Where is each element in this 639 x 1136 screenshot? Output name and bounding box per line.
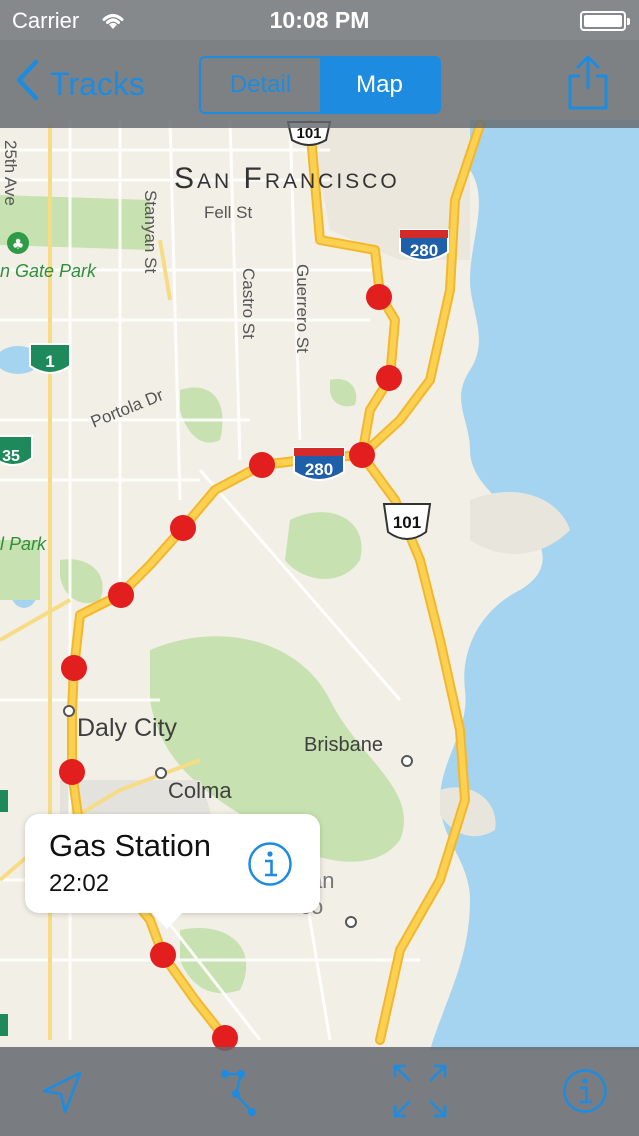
callout-title: Gas Station (49, 828, 211, 863)
battery-icon (580, 11, 630, 31)
share-icon[interactable] (566, 54, 610, 117)
info-icon[interactable] (562, 1068, 608, 1119)
street-label-stanyan: Stanyan St (141, 190, 160, 274)
status-bar: Carrier 10:08 PM (0, 0, 639, 40)
svg-text:101: 101 (393, 513, 421, 532)
route-marker (366, 284, 392, 310)
view-segmented-control: Detail Map (199, 56, 441, 114)
city-label-colma: Colma (168, 778, 232, 803)
expand-icon[interactable] (391, 1062, 449, 1125)
status-time: 10:08 PM (269, 7, 370, 33)
segment-map[interactable]: Map (320, 58, 439, 112)
segment-detail[interactable]: Detail (201, 58, 320, 112)
info-icon[interactable] (247, 841, 293, 892)
route-marker (170, 515, 196, 541)
map-callout[interactable]: Gas Station 22:02 (25, 814, 320, 929)
svg-text:♣: ♣ (12, 237, 25, 253)
chevron-left-icon (14, 59, 40, 109)
city-label-san-francisco: San Francisco (174, 162, 400, 195)
navigation-bar: Tracks Detail Map (0, 40, 639, 128)
street-label-guerrero: Guerrero St (293, 264, 312, 353)
street-label-fell: Fell St (204, 203, 253, 222)
back-button[interactable]: Tracks (14, 58, 145, 110)
highway-shield-280-top: 280 (399, 229, 449, 261)
location-arrow-icon[interactable] (40, 1069, 84, 1120)
bottom-toolbar (0, 1047, 639, 1136)
street-label-25th-ave: 25th Ave (1, 140, 20, 206)
back-button-label: Tracks (50, 65, 145, 102)
route-marker (61, 655, 87, 681)
highway-shield-280-mid: 280 (293, 447, 345, 481)
route-marker (349, 442, 375, 468)
route-marker (108, 582, 134, 608)
highway-shield-35: 35 (0, 435, 33, 466)
svg-text:280: 280 (305, 460, 333, 479)
park-label-partial: l Park (0, 534, 47, 554)
city-label-brisbane: Brisbane (304, 734, 383, 756)
svg-text:280: 280 (410, 241, 438, 260)
highway-shield-1: 1 (29, 343, 71, 374)
route-marker (150, 942, 176, 968)
track-points-icon[interactable] (216, 1064, 272, 1125)
svg-text:35: 35 (2, 448, 20, 465)
highway-shield-101-mid: 101 (382, 503, 432, 540)
street-label-castro: Castro St (239, 268, 258, 339)
city-label-daly-city: Daly City (77, 714, 178, 742)
route-marker (249, 452, 275, 478)
map-view[interactable]: 101 280 280 101 1 35 ♣ San Francisco Dal… (0, 0, 639, 1136)
route-marker (59, 759, 85, 785)
park-label-golden-gate: n Gate Park (0, 261, 97, 281)
svg-text:1: 1 (45, 352, 54, 371)
callout-time: 22:02 (49, 870, 110, 897)
route-marker (376, 365, 402, 391)
